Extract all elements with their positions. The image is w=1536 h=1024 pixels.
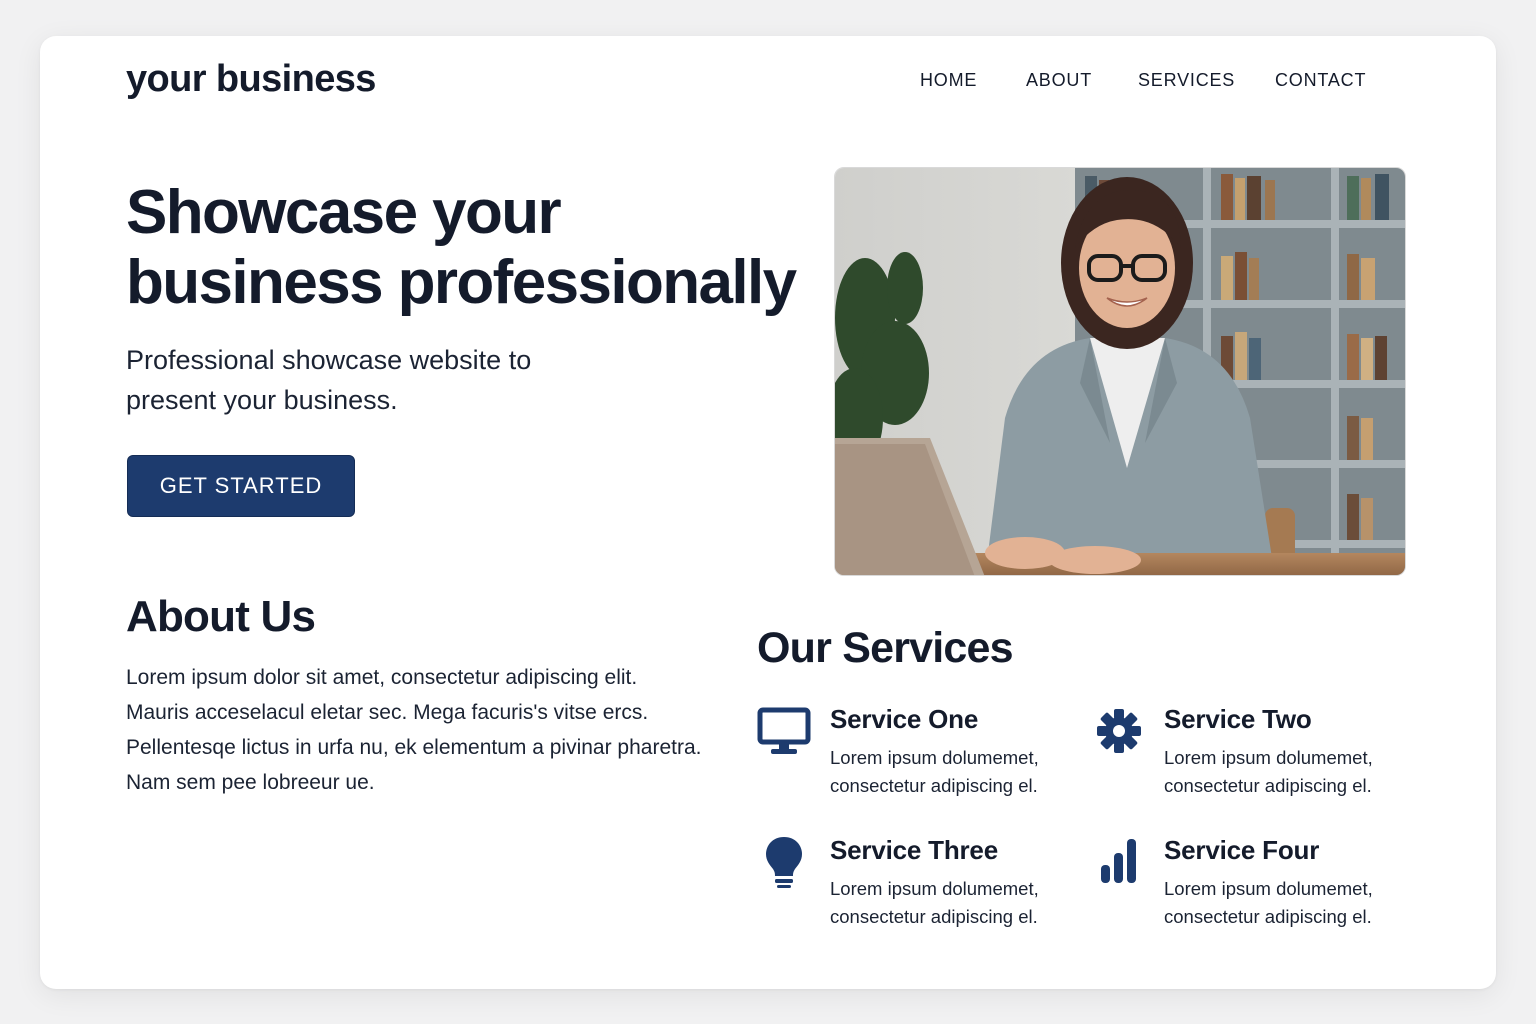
service-two-name: Service Two [1164,704,1312,734]
service-four-name: Service Four [1164,835,1320,865]
service-card-one: Service One Lorem ipsum dolumemet, conse… [757,704,1087,804]
service-three-desc: Lorem ipsum dolumemet, consectetur adipi… [830,878,1039,927]
lightbulb-icon [757,835,809,888]
main-nav: HOME ABOUT SERVICES CONTACT [40,70,1496,94]
hero-subtitle: Professional showcase website to present… [126,345,532,415]
service-two-desc: Lorem ipsum dolumemet, consectetur adipi… [1164,747,1373,796]
nav-services-link[interactable]: SERVICES [1138,70,1235,91]
service-card-three: Service Three Lorem ipsum dolumemet, con… [757,835,1087,935]
hero-title-line-1: Showcase your [126,178,562,247]
nav-contact-link[interactable]: CONTACT [1275,70,1366,91]
businesswoman-photo-illustration [835,168,1405,575]
nav-home-link[interactable]: HOME [920,70,977,91]
service-four-desc: Lorem ipsum dolumemet, consectetur adipi… [1164,878,1373,927]
service-one-desc: Lorem ipsum dolumemet, consectetur adipi… [830,747,1039,796]
about-title: About Us [126,592,316,641]
service-card-two: Service Two Lorem ipsum dolumemet, conse… [1091,704,1421,804]
service-three-name: Service Three [830,835,998,865]
services-title: Our Services [757,624,1014,672]
hero-title: Showcase your business professionally [126,178,846,318]
nav-about-link[interactable]: ABOUT [1026,70,1092,91]
get-started-button[interactable]: GET STARTED [127,455,355,517]
page-card: your business HOME ABOUT SERVICES CONTAC… [40,36,1496,989]
bar-chart-icon [1091,835,1143,887]
gear-icon [1091,704,1143,756]
service-one-name: Service One [830,704,979,734]
hero-title-line-2: business professionally [126,248,797,317]
hero-photo [834,167,1406,576]
monitor-icon [757,704,811,756]
service-card-four: Service Four Lorem ipsum dolumemet, cons… [1091,835,1421,935]
about-body: Lorem ipsum dolor sit amet, consectetur … [126,666,702,794]
